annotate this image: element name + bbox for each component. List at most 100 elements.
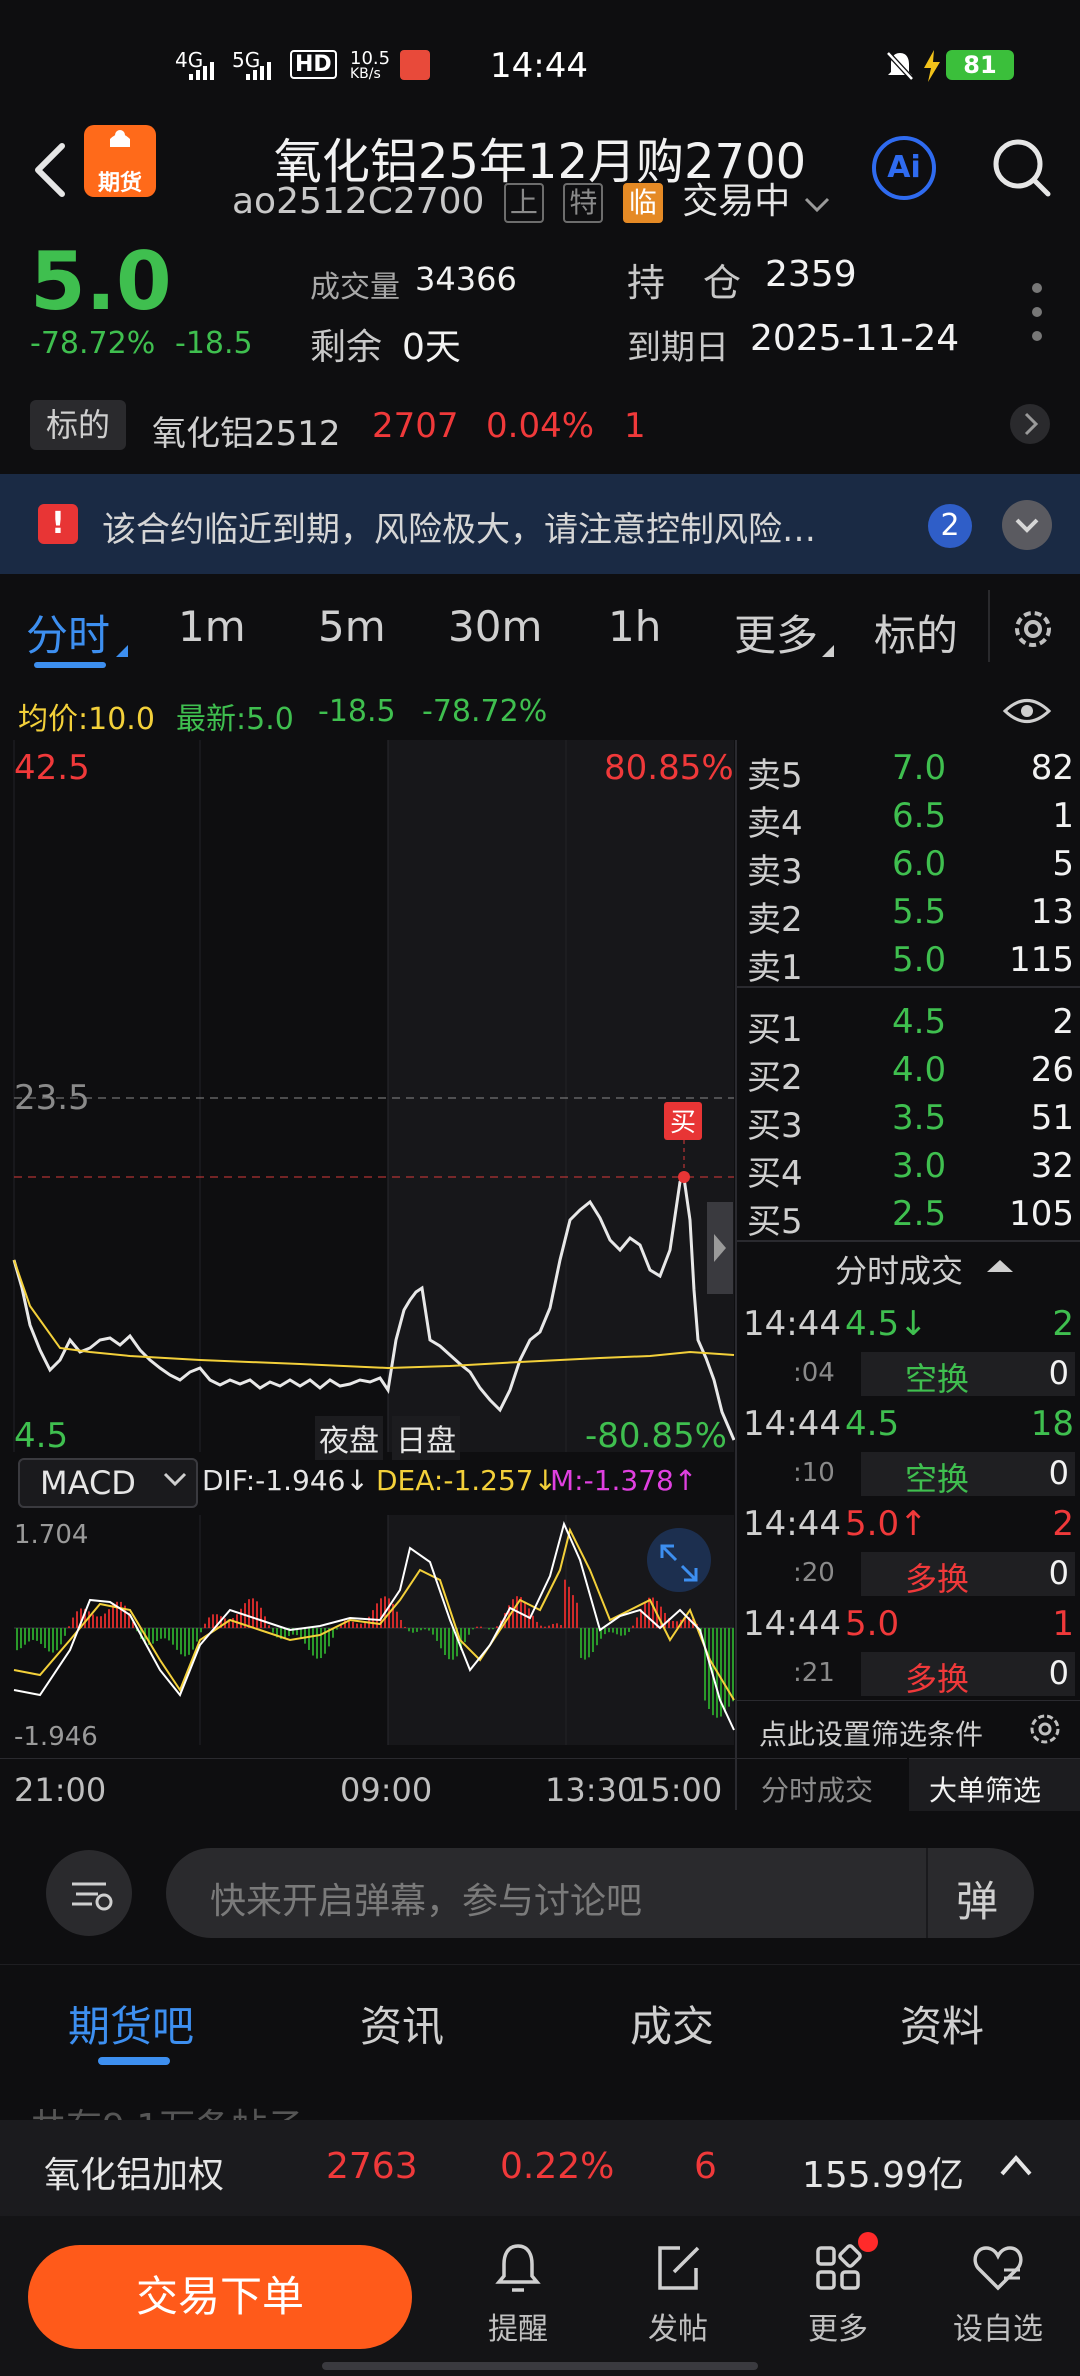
tick-price: 5.0 — [845, 1604, 900, 1644]
period-tabs: 分时 1m 5m 30m 1h 更多 标的 — [0, 580, 1080, 680]
tab-5m[interactable]: 5m — [318, 602, 386, 651]
expand-icon[interactable] — [1002, 500, 1052, 550]
macd-bar — [432, 1628, 434, 1635]
volume-label: 成交量 — [310, 270, 400, 305]
macd-bar — [568, 1586, 570, 1628]
ask-row[interactable]: 卖5 7.0 82 — [737, 742, 1080, 796]
tab-ticks[interactable]: 分时成交 — [737, 1758, 907, 1811]
macd-bar — [496, 1626, 498, 1628]
weighted-ticker-bar[interactable]: 氧化铝加权 2763 0.22% 6 155.99亿 — [0, 2120, 1080, 2216]
ask-level: 卖1 — [747, 948, 803, 988]
macd-bar — [96, 1616, 98, 1628]
nav-post[interactable]: 发帖 — [618, 2240, 738, 2348]
macd-selector[interactable]: MACD — [18, 1458, 198, 1508]
macd-bar — [592, 1628, 594, 1653]
tick-seconds: :04 — [793, 1358, 835, 1388]
intraday-chart: 买 — [12, 740, 736, 1745]
bid-row[interactable]: 买2 4.0 26 — [737, 1044, 1080, 1098]
tab-divider — [988, 590, 990, 662]
macd-m: M:-1.378↑ — [550, 1464, 698, 1497]
order-book: 卖5 7.0 82 卖4 6.5 1 卖3 6.0 5 卖2 5.5 13 卖1 5.0 115 买1 4.5… — [735, 740, 1080, 1811]
tab-underlying[interactable]: 标的 — [874, 602, 958, 663]
hd-badge: HD — [290, 50, 337, 79]
forum-post-count: 共有9.1万条帖子 — [30, 2098, 303, 2120]
macd-bar — [412, 1628, 414, 1633]
bid-row[interactable]: 买1 4.5 2 — [737, 996, 1080, 1050]
nav-watchlist[interactable]: 设自选 — [938, 2240, 1058, 2348]
nav-more-label: 更多 — [808, 2312, 868, 2347]
tab-30m[interactable]: 30m — [448, 602, 542, 651]
macd-bar — [336, 1628, 338, 1630]
open-interest-value: 2359 — [765, 254, 857, 295]
x-label-day: 09:00 — [340, 1771, 433, 1809]
nav-more[interactable]: 更多 — [778, 2232, 898, 2348]
comment-input[interactable]: 快来开启弹幕，参与讨论吧 弹 — [166, 1848, 1034, 1938]
filter-comment-icon[interactable] — [46, 1850, 132, 1936]
tab-news[interactable]: 资讯 — [360, 1993, 444, 2054]
eye-icon[interactable] — [1002, 694, 1052, 732]
ask-row[interactable]: 卖2 5.5 13 — [737, 886, 1080, 940]
search-icon[interactable] — [990, 136, 1052, 202]
warning-text: 该合约临近到期，风险极大，请注意控制风险… — [102, 510, 816, 550]
tab-profile[interactable]: 资料 — [900, 1993, 984, 2054]
gear-icon[interactable] — [1008, 604, 1058, 658]
macd-bar — [200, 1628, 202, 1633]
bid-qty: 32 — [1030, 1146, 1074, 1186]
speed-unit: KB/s — [350, 66, 381, 82]
macd-bar — [120, 1601, 122, 1628]
bid-qty: 105 — [1009, 1194, 1074, 1234]
tick-type-box: 多换 0 — [861, 1652, 1075, 1698]
place-order-button[interactable]: 交易下单 — [28, 2245, 412, 2349]
tab-forum[interactable]: 期货吧 — [68, 1993, 194, 2054]
tick-qty: 2 — [1052, 1304, 1074, 1344]
bid-row[interactable]: 买4 3.0 32 — [737, 1140, 1080, 1194]
macd-bar — [352, 1621, 354, 1628]
more-vertical-icon[interactable] — [1030, 282, 1044, 346]
underlying-row[interactable]: 标的 氧化铝2512 2707 0.04% 1 — [0, 388, 1080, 464]
macd-bar — [636, 1617, 638, 1628]
avg-price: 均价:10.0 — [18, 702, 155, 737]
chevron-down-icon[interactable] — [802, 183, 832, 224]
trading-status[interactable]: 交易中 — [682, 181, 790, 222]
macd-bar — [24, 1628, 26, 1645]
risk-warning-banner[interactable]: ! 该合约临近到期，风险极大，请注意控制风险… 2 — [0, 474, 1080, 574]
macd-bar — [100, 1616, 102, 1628]
gear-icon[interactable] — [1025, 1709, 1065, 1753]
macd-bar — [168, 1628, 170, 1641]
macd-bar — [320, 1628, 322, 1659]
chevron-up-icon[interactable] — [998, 2150, 1034, 2184]
macd-bar — [444, 1628, 446, 1655]
danmu-label: 弹 — [956, 1877, 999, 1926]
ask-row[interactable]: 卖1 5.0 115 — [737, 934, 1080, 988]
macd-bar — [492, 1628, 494, 1630]
tick-price: 4.5↓ — [845, 1304, 928, 1344]
macd-bar — [468, 1628, 470, 1635]
ticks-title[interactable]: 分时成交 — [835, 1246, 963, 1292]
expand-chart-icon[interactable] — [656, 1540, 702, 1590]
bid-price: 4.5 — [892, 1002, 947, 1042]
tab-1h[interactable]: 1h — [608, 602, 661, 651]
tab-big-orders[interactable]: 大单筛选 — [909, 1758, 1080, 1811]
tick-seconds: :21 — [793, 1658, 835, 1688]
macd-bar — [308, 1628, 310, 1650]
bid-row[interactable]: 买5 2.5 105 — [737, 1188, 1080, 1242]
indicator-row: 均价:10.0 最新:5.0 -18.5 -78.72% — [0, 686, 1080, 740]
ask-row[interactable]: 卖4 6.5 1 — [737, 790, 1080, 844]
macd-bar — [648, 1597, 650, 1628]
nav-alert[interactable]: 提醒 — [458, 2240, 578, 2348]
filter-row[interactable]: 点此设置筛选条件 — [737, 1700, 1080, 1757]
macd-bar — [88, 1611, 90, 1628]
ask-row[interactable]: 卖3 6.0 5 — [737, 838, 1080, 892]
tab-intraday[interactable]: 分时 — [26, 602, 110, 663]
chart-area[interactable]: 买 42.5 80.85% 23.5 4.5 -80.85% 夜盘 日盘 MAC… — [0, 740, 736, 1810]
tab-trades[interactable]: 成交 — [630, 1993, 714, 2054]
macd-bar — [232, 1618, 234, 1628]
chevron-right-icon[interactable] — [1010, 404, 1050, 444]
danmu-toggle[interactable]: 弹 — [926, 1848, 1036, 1938]
macd-bar — [76, 1611, 78, 1628]
bid-row[interactable]: 买3 3.5 51 — [737, 1092, 1080, 1146]
tab-1m[interactable]: 1m — [178, 602, 246, 651]
tab-more[interactable]: 更多 — [734, 602, 818, 663]
macd-bar — [160, 1628, 162, 1639]
ai-assistant-button[interactable]: Ai — [872, 136, 936, 200]
